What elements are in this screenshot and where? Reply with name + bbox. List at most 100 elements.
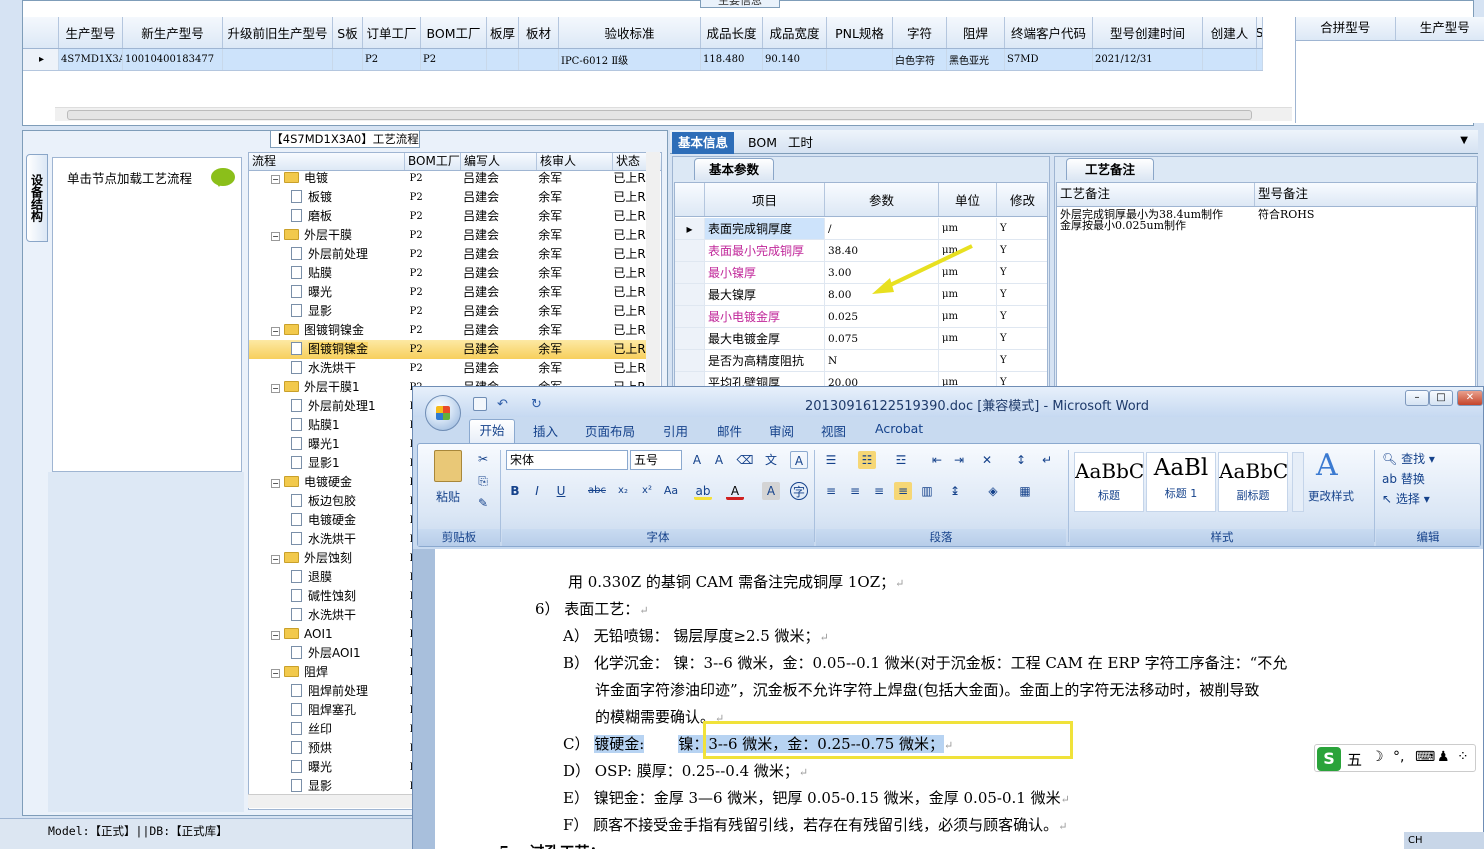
tab-bom[interactable]: BOM	[742, 132, 783, 154]
param-cell-value[interactable]: /	[825, 218, 939, 239]
grid-header-cell[interactable]: 终端客户代码	[1005, 17, 1093, 48]
tree-row[interactable]: 外层前处理 P2 吕建会 余军 已上R	[249, 245, 649, 264]
close-button[interactable]: ✕	[1457, 390, 1483, 406]
justify-icon[interactable]: ≡	[894, 482, 912, 500]
grid-cell[interactable]: IPC-6012 Ⅱ级	[559, 49, 701, 70]
align-left-icon[interactable]: ≡	[822, 482, 840, 500]
param-row[interactable]: 最小电镀金厚 0.025 μm Y	[675, 306, 1047, 328]
char-shading-icon[interactable]: A	[762, 482, 780, 500]
tree-expander-icon[interactable]: −	[271, 384, 280, 393]
strikethrough-icon[interactable]: abc	[588, 482, 606, 500]
grid-cell[interactable]: P2	[363, 49, 421, 70]
superscript-icon[interactable]: x²	[638, 482, 656, 500]
grid-icon[interactable]: ⁘	[1457, 749, 1469, 765]
subscript-icon[interactable]: x₂	[614, 482, 632, 500]
tab-basic-params[interactable]: 基本参数	[694, 158, 774, 180]
params-col-value[interactable]: 参数	[825, 183, 939, 216]
ribbon-tab-insert[interactable]: 插入	[533, 421, 558, 440]
tree-row[interactable]: 水洗烘干 P2 吕建会 余军 已上R	[249, 359, 649, 378]
font-size-select[interactable]: 五号	[630, 450, 682, 470]
style-subtitle[interactable]: AaBbC 副标题	[1218, 452, 1288, 512]
align-center-icon[interactable]: ≡	[846, 482, 864, 500]
param-row[interactable]: 是否为高精度阻抗 N Y	[675, 350, 1047, 372]
tree-row[interactable]: 贴膜 P2 吕建会 余军 已上R	[249, 264, 649, 283]
grid-cell[interactable]	[519, 49, 559, 70]
grid-header-cell[interactable]: 板厚	[487, 17, 519, 48]
grid-cell[interactable]: 白色字符	[893, 49, 947, 70]
ribbon-tab-view[interactable]: 视图	[821, 421, 846, 440]
tab-work-hours[interactable]: 工时	[782, 132, 819, 154]
ribbon-tab-home[interactable]: 开始	[469, 419, 515, 443]
tree-row[interactable]: 图镀铜镍金 P2 吕建会 余军 已上R	[249, 340, 649, 359]
params-col-modify[interactable]: 修改	[997, 183, 1047, 216]
grid-header-cell[interactable]: 成品宽度	[763, 17, 827, 48]
highlight-icon[interactable]: ab	[694, 482, 712, 500]
grid-horizontal-scrollbar[interactable]	[55, 107, 1292, 121]
grid-header-cell[interactable]: BOM工厂	[421, 17, 487, 48]
ribbon-tab-layout[interactable]: 页面布局	[585, 421, 635, 440]
maximize-button[interactable]: □	[1429, 390, 1453, 406]
grid-header-cell[interactable]: S	[1257, 17, 1263, 48]
minimize-button[interactable]: –	[1405, 390, 1429, 406]
punct-icon[interactable]: °,	[1393, 749, 1404, 765]
tree-expander-icon[interactable]: −	[271, 631, 280, 640]
styles-scroll[interactable]	[1292, 452, 1304, 512]
underline-icon[interactable]: U	[552, 482, 570, 500]
align-right-icon[interactable]: ≡	[870, 482, 888, 500]
param-row[interactable]: ▸ 表面完成铜厚度 / μm Y	[675, 218, 1047, 240]
note-col-model[interactable]: 型号备注	[1255, 183, 1477, 206]
tree-vertical-scrollbar[interactable]	[646, 152, 660, 392]
borders-icon[interactable]: ▦	[1016, 482, 1034, 500]
tree-expander-icon[interactable]: −	[271, 669, 280, 678]
line-spacing-icon[interactable]: ↨	[946, 482, 964, 500]
params-col-item[interactable]: 项目	[705, 183, 825, 216]
enclose-char-icon[interactable]: 字	[790, 482, 808, 500]
distribute-icon[interactable]: ▥	[918, 482, 936, 500]
grid-header-cell[interactable]: 生产型号	[59, 17, 123, 48]
change-case-icon[interactable]: Aa	[662, 482, 680, 500]
tree-expander-icon[interactable]: −	[271, 232, 280, 241]
grid-header-cell[interactable]: 字符	[893, 17, 947, 48]
grid-header-cell[interactable]: 验收标准	[559, 17, 701, 48]
save-icon[interactable]	[473, 397, 487, 411]
phonetic-icon[interactable]: 文	[762, 451, 780, 469]
replace-button[interactable]: ab 替换	[1382, 470, 1425, 487]
copy-icon[interactable]: ⎘	[474, 472, 492, 490]
grid-header-cell[interactable]: 板材	[519, 17, 559, 48]
grid-header-cell[interactable]	[23, 17, 59, 48]
tree-row[interactable]: 显影 P2 吕建会 余军 已上R	[249, 302, 649, 321]
increase-indent-icon[interactable]: ⇥	[950, 451, 968, 469]
grid-header-cell[interactable]: S板	[333, 17, 363, 48]
format-painter-icon[interactable]: ✎	[474, 494, 492, 512]
grid-cell[interactable]	[827, 49, 893, 70]
ribbon-tab-acrobat[interactable]: Acrobat	[875, 421, 923, 436]
grid-cell[interactable]: ▸	[23, 49, 59, 70]
tree-col-bom[interactable]: BOM工厂	[405, 153, 461, 170]
param-row[interactable]: 最大电镀金厚 0.075 μm Y	[675, 328, 1047, 350]
tree-horizontal-scrollbar[interactable]	[248, 794, 412, 808]
grid-cell[interactable]: 2021/12/31	[1093, 49, 1203, 70]
param-cell-value[interactable]: 0.075	[825, 328, 939, 349]
note-col-process[interactable]: 工艺备注	[1057, 183, 1255, 206]
grid-cell[interactable]	[487, 49, 519, 70]
grid-cell[interactable]: P2	[421, 49, 487, 70]
paste-icon[interactable]	[434, 450, 462, 482]
find-button[interactable]: 🔍︎ 查找 ▾	[1382, 450, 1435, 467]
grid-header-cell[interactable]: 型号创建时间	[1093, 17, 1203, 48]
tree-expander-icon[interactable]: −	[271, 175, 280, 184]
clear-format-icon[interactable]: ⌫	[736, 451, 754, 469]
document-page[interactable]: ────────────────────────────────────────…	[435, 549, 1483, 849]
grid-cell[interactable]: 10010400183477	[123, 49, 223, 70]
char-border-icon[interactable]: A	[790, 451, 808, 469]
grow-font-icon[interactable]: A	[688, 451, 706, 469]
grid-header-cell[interactable]: 订单工厂	[363, 17, 421, 48]
tree-col-writer[interactable]: 编写人	[461, 153, 537, 170]
param-cell-value[interactable]: 0.025	[825, 306, 939, 327]
grid-header-cell[interactable]: 新生产型号	[123, 17, 223, 48]
grid-cell[interactable]	[223, 49, 333, 70]
user-icon[interactable]: ♟	[1437, 749, 1450, 765]
multilevel-list-icon[interactable]: ☲	[892, 451, 910, 469]
bold-icon[interactable]: B	[506, 482, 524, 500]
shrink-font-icon[interactable]: A	[710, 451, 728, 469]
ribbon-tab-references[interactable]: 引用	[663, 421, 688, 440]
